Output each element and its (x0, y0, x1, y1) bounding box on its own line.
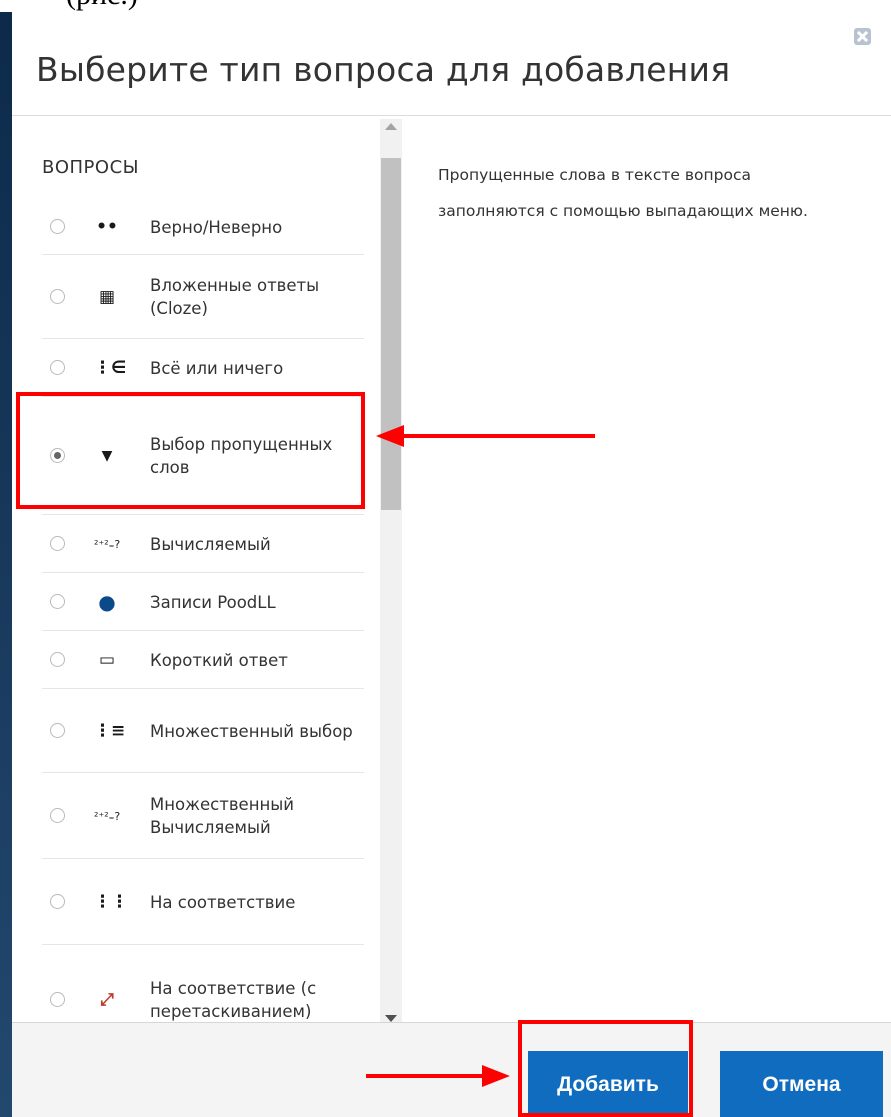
option-label: На соответствие (с перетаскиванием) (150, 979, 317, 1021)
question-type-description: Пропущенные слова в тексте вопроса запол… (438, 166, 808, 220)
background-sidebar (0, 12, 12, 1117)
radio-button[interactable] (50, 723, 65, 738)
option-label: Всё или ничего (150, 358, 284, 378)
radio-button[interactable] (50, 594, 65, 609)
scroll-down-arrow-icon[interactable] (385, 1015, 397, 1022)
multichoice-icon: ⋮≡ (94, 721, 126, 741)
option-matching[interactable]: ⋮⋮ На соответствие (42, 859, 364, 945)
annotation-box-option (16, 392, 365, 509)
option-true-false[interactable]: •• Верно/Неверно (42, 199, 364, 255)
radio-button[interactable] (50, 894, 65, 909)
drag-match-icon: ⤢ (100, 990, 114, 1010)
option-label: Вложенные ответы (Cloze) (150, 276, 320, 318)
annotation-arrow-left-icon (376, 425, 404, 447)
all-or-nothing-icon: ⋮∈ (94, 358, 127, 378)
list-heading: ВОПРОСЫ (42, 157, 140, 178)
calculated-icon: ²⁺²₌? (94, 537, 121, 551)
close-icon[interactable] (854, 28, 871, 45)
scroll-up-arrow-icon[interactable] (385, 123, 397, 130)
radio-button[interactable] (50, 808, 65, 823)
option-label: На соответствие (150, 892, 296, 912)
option-drag-match[interactable]: ⤢ На соответствие (с перетаскиванием) (42, 945, 364, 1032)
option-label: Короткий ответ (150, 650, 288, 670)
background-page: (рис.) (0, 0, 891, 12)
dialog-title: Выберите тип вопроса для добавления (36, 50, 731, 89)
option-short-answer[interactable]: ▭ Короткий ответ (42, 631, 364, 689)
question-type-list: ВОПРОСЫ •• Верно/Неверно ▦ Вложенные отв… (12, 117, 407, 1032)
option-label: Множественный выбор (150, 721, 353, 741)
annotation-arrow-line (402, 434, 595, 438)
option-cloze[interactable]: ▦ Вложенные ответы (Cloze) (42, 255, 364, 339)
cancel-button[interactable]: Отмена (720, 1051, 883, 1117)
annotation-box-button (518, 1020, 693, 1117)
list-scrollbar[interactable] (380, 119, 402, 1031)
option-label: Вычисляемый (150, 534, 271, 554)
option-all-or-nothing[interactable]: ⋮∈ Всё или ничего (42, 339, 364, 397)
question-type-dialog: Выберите тип вопроса для добавления ВОПР… (12, 12, 891, 1117)
dialog-footer: Добавить Отмена (12, 1022, 891, 1117)
option-label: Верно/Неверно (150, 217, 283, 237)
radio-button[interactable] (50, 992, 65, 1007)
scroll-thumb[interactable] (381, 158, 401, 510)
radio-button[interactable] (50, 289, 65, 304)
short-answer-icon: ▭ (98, 650, 116, 670)
option-multichoice[interactable]: ⋮≡ Множественный выбор (42, 689, 364, 773)
radio-button[interactable] (50, 536, 65, 551)
annotation-arrow-line (366, 1074, 484, 1078)
radio-button[interactable] (50, 219, 65, 234)
option-calculated[interactable]: ²⁺²₌? Вычисляемый (42, 515, 364, 573)
matching-icon: ⋮⋮ (94, 892, 128, 912)
option-label: Записи PoodLL (150, 592, 276, 612)
radio-button[interactable] (50, 652, 65, 667)
cloze-icon: ▦ (98, 287, 116, 307)
background-text: (рис.) (66, 0, 138, 12)
poodll-record-icon: ● (98, 590, 116, 614)
option-poodll[interactable]: ● Записи PoodLL (42, 573, 364, 631)
true-false-icon: •• (96, 217, 118, 237)
annotation-arrow-right-icon (482, 1065, 510, 1087)
calculated-multi-icon: ²⁺²₌? (94, 809, 121, 823)
option-label: Множественный Вычисляемый (150, 795, 295, 837)
radio-button[interactable] (50, 360, 65, 375)
dialog-header: Выберите тип вопроса для добавления (12, 12, 891, 116)
option-calculated-multi[interactable]: ²⁺²₌? Множественный Вычисляемый (42, 773, 364, 859)
